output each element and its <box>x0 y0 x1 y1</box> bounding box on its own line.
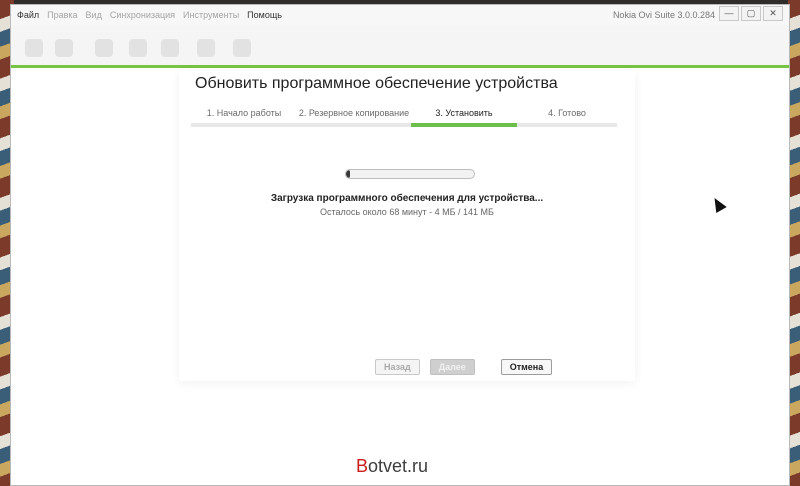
menu-sync[interactable]: Синхронизация <box>110 10 175 20</box>
step-backup-label: 2. Резервное копирование <box>298 108 410 118</box>
files-icon <box>233 39 251 57</box>
app-title: Nokia Ovi Suite 3.0.0.284 <box>612 10 715 20</box>
step-start: 1. Начало работы <box>191 107 297 127</box>
watermark-rest: otvet.ru <box>368 456 429 476</box>
background-heading <box>39 81 45 104</box>
back-arrow-icon <box>25 39 43 57</box>
menu-edit[interactable]: Правка <box>47 10 77 20</box>
update-dialog: Обновить программное обеспечение устройс… <box>179 71 635 381</box>
messages-icon <box>129 39 147 57</box>
step-install-label: 3. Установить <box>435 108 493 118</box>
step-backup-bar <box>297 123 411 127</box>
menu-file[interactable]: Файл <box>17 10 39 20</box>
menu-help[interactable]: Помощь <box>247 10 282 20</box>
menu-tools[interactable]: Инструменты <box>183 10 239 20</box>
next-button[interactable]: Далее <box>429 359 475 375</box>
dialog-title: Обновить программное обеспечение устройс… <box>195 75 558 92</box>
status-remaining: Осталось около 68 минут - 4 МБ / 141 МБ <box>320 207 494 217</box>
maximize-button[interactable]: ▢ <box>741 6 761 21</box>
background-toolbar <box>11 25 789 68</box>
wizard-steps: 1. Начало работы 2. Резервное копировани… <box>191 107 617 127</box>
contacts-icon <box>95 39 113 57</box>
watermark-initial: B <box>356 456 369 476</box>
menu-view[interactable]: Вид <box>86 10 102 20</box>
step-done: 4. Готово <box>517 107 617 127</box>
minimize-button[interactable]: — <box>719 6 739 21</box>
app-window: Файл Правка Вид Синхронизация Инструмент… <box>10 4 790 486</box>
window-controls: — ▢ ✕ <box>719 6 783 21</box>
cancel-button[interactable]: Отмена <box>500 359 553 375</box>
status-message: Загрузка программного обеспечения для ус… <box>270 193 544 204</box>
home-icon <box>55 39 73 57</box>
back-button[interactable]: Назад <box>375 359 420 375</box>
step-install: 3. Установить <box>411 107 517 127</box>
close-button[interactable]: ✕ <box>763 6 783 21</box>
step-start-bar <box>191 123 297 127</box>
step-install-bar <box>411 123 517 127</box>
menu: Файл Правка Вид Синхронизация Инструмент… <box>17 10 282 20</box>
dialog-buttons: Назад Далее Отмена <box>375 359 553 375</box>
download-progress-bar <box>345 169 475 179</box>
step-backup: 2. Резервное копирование <box>297 107 411 127</box>
step-done-label: 4. Готово <box>548 108 586 118</box>
step-start-label: 1. Начало работы <box>206 108 282 118</box>
download-progress-fill <box>346 170 350 178</box>
calendar-icon <box>161 39 179 57</box>
maps-icon <box>197 39 215 57</box>
menu-bar: Файл Правка Вид Синхронизация Инструмент… <box>11 5 789 26</box>
watermark: Botvet.ru <box>356 456 428 477</box>
step-done-bar <box>517 123 617 127</box>
